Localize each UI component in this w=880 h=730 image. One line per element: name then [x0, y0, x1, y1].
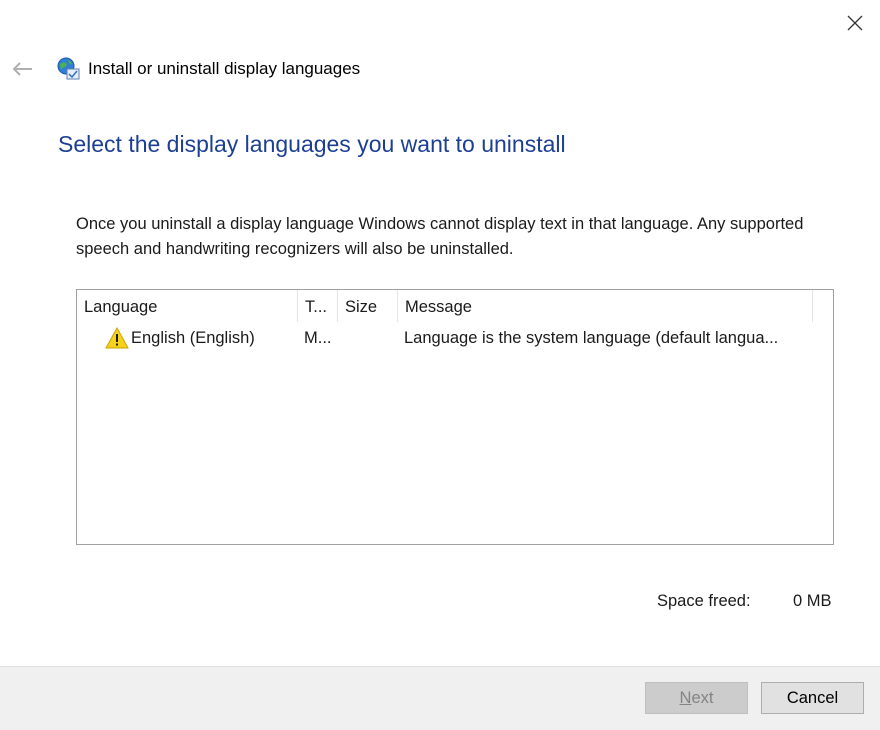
space-freed-label: Space freed:: [657, 592, 751, 610]
column-header-language[interactable]: Language: [77, 290, 297, 322]
column-divider[interactable]: [812, 290, 813, 322]
next-button-accesskey: N: [679, 689, 692, 707]
list-header: Language T... Size Message: [77, 290, 813, 322]
column-header-type[interactable]: T...: [298, 290, 337, 322]
cancel-button[interactable]: Cancel: [761, 682, 864, 714]
space-freed-value: 0 MB: [793, 592, 832, 610]
next-button-label: ext: [691, 689, 714, 707]
window-title: Install or uninstall display languages: [88, 59, 361, 78]
next-button[interactable]: Next: [645, 682, 748, 714]
page-heading: Select the display languages you want to…: [58, 131, 566, 157]
column-header-size[interactable]: Size: [338, 290, 397, 322]
column-header-message[interactable]: Message: [398, 290, 812, 322]
close-button[interactable]: [840, 8, 870, 38]
back-arrow-icon: [12, 62, 32, 76]
list-row[interactable]: English (English) M... Language is the s…: [77, 323, 833, 353]
dialog-footer: Next Cancel: [0, 666, 880, 730]
globe-language-icon: [56, 56, 80, 80]
language-name: English (English): [131, 329, 255, 347]
description-text: Once you uninstall a display language Wi…: [76, 215, 804, 258]
language-list[interactable]: Language T... Size Message English (Engl…: [76, 289, 834, 545]
language-type: M...: [304, 329, 332, 347]
back-button[interactable]: [8, 56, 36, 82]
warning-icon: [105, 327, 129, 349]
language-message: Language is the system language (default…: [404, 329, 779, 347]
close-icon: [847, 15, 863, 31]
language-size: [344, 323, 397, 353]
